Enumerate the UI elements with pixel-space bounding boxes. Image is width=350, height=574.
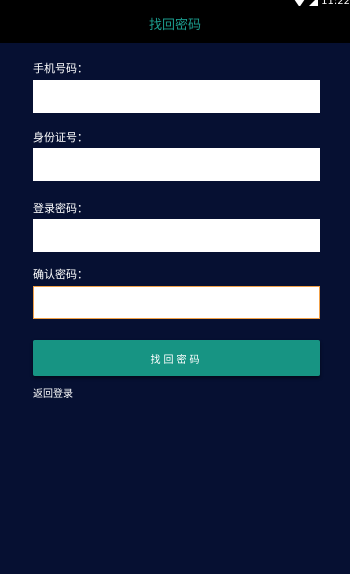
toolbar: 找回密码 [0, 6, 350, 43]
confirm-password-input[interactable] [33, 286, 320, 319]
password-input[interactable] [33, 219, 320, 252]
phone-label: 手机号码： [33, 62, 88, 75]
id-number-label: 身份证号： [33, 131, 88, 144]
page-title: 找回密码 [148, 18, 201, 33]
back-to-login-link[interactable]: 返回登录 [33, 388, 73, 402]
id-number-input[interactable] [33, 148, 320, 181]
find-password-button[interactable]: 找回密码 [33, 340, 320, 376]
password-label: 登录密码： [33, 202, 88, 215]
confirm-password-label: 确认密码： [33, 268, 88, 281]
phone-input[interactable] [33, 80, 320, 113]
